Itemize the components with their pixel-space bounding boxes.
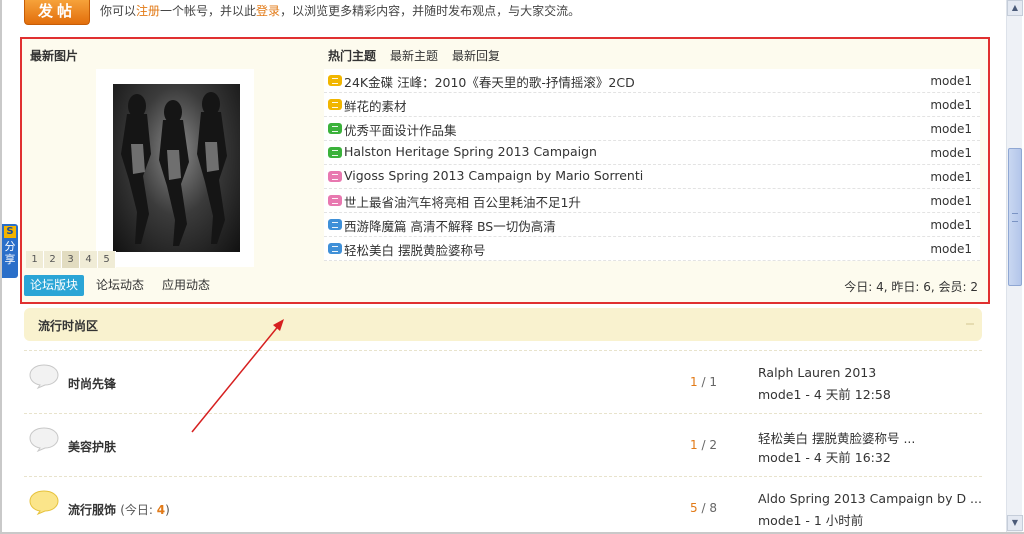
topic-icon: [328, 171, 342, 182]
topic-icon: [328, 195, 342, 206]
topic-icon: [328, 219, 342, 230]
topic-author-link[interactable]: mode1: [930, 170, 972, 184]
topic-title-link[interactable]: 世上最省油汽车将亮相 百公里耗油不足1升: [344, 192, 581, 211]
forum-name-link[interactable]: 流行服饰: [68, 503, 116, 517]
topic-tabs: 热门主题 最新主题 最新回复: [328, 47, 500, 64]
forum-name-link[interactable]: 美容护肤: [68, 440, 116, 454]
last-post-title-link[interactable]: Ralph Lauren 2013: [758, 365, 876, 380]
share-sidebar-tab[interactable]: S 分享: [2, 224, 18, 278]
section-header: 流行时尚区: [24, 308, 982, 341]
topic-row: 优秀平面设计作品集 mode1: [324, 117, 980, 141]
tab-forum-activity[interactable]: 论坛动态: [90, 275, 150, 296]
image-page-4[interactable]: 4: [80, 251, 98, 268]
login-link[interactable]: 登录: [256, 4, 280, 18]
image-page-2[interactable]: 2: [44, 251, 62, 268]
topic-title-link[interactable]: 西游降魔篇 高清不解释 BS一切伪高清: [344, 216, 556, 235]
topic-title-link[interactable]: 轻松美白 摆脱黄脸婆称号: [344, 240, 485, 259]
latest-image-frame: [96, 69, 254, 267]
topic-author-link[interactable]: mode1: [930, 122, 972, 136]
forum-counts: 1 / 1: [690, 375, 717, 389]
topic-row: 西游降魔篇 高清不解释 BS一切伪高清 mode1: [324, 213, 980, 237]
topic-icon: [328, 99, 342, 110]
tab-latest-replies[interactable]: 最新回复: [452, 47, 500, 64]
topic-icon: [328, 123, 342, 134]
topic-list: 24K金碟 汪峰：2010《春天里的歌-抒情摇滚》2CD mode1 鲜花的素材 mo…: [324, 69, 980, 261]
forum-today-count: (今日: 4): [120, 503, 170, 517]
topic-row: 鲜花的素材 mode1: [324, 93, 980, 117]
forum-bubble-icon: [29, 427, 59, 452]
last-post-meta[interactable]: mode1 - 4 天前 16:32: [758, 447, 891, 466]
last-post-title-link[interactable]: Aldo Spring 2013 Campaign by D ...: [758, 491, 982, 506]
topic-icon: [328, 147, 342, 158]
share-logo-icon: S: [4, 226, 16, 238]
section-title[interactable]: 流行时尚区: [38, 317, 98, 334]
last-post-meta[interactable]: mode1 - 1 小时前: [758, 510, 863, 529]
collapse-icon[interactable]: [966, 323, 974, 325]
topic-title-link[interactable]: 鲜花的素材: [344, 96, 407, 115]
forum-row: 美容护肤 1 / 2 轻松美白 摆脱黄脸婆称号 ... mode1 - 4 天前 16…: [24, 413, 982, 475]
forum-bubble-icon: [29, 490, 59, 515]
tab-forum-boards[interactable]: 论坛版块: [24, 275, 85, 296]
image-page-5[interactable]: 5: [98, 251, 116, 268]
topic-author-link[interactable]: mode1: [930, 98, 972, 112]
topic-row: 24K金碟 汪峰：2010《春天里的歌-抒情摇滚》2CD mode1: [324, 69, 980, 93]
topic-title-link[interactable]: 24K金碟 汪峰：2010《春天里的歌-抒情摇滚》2CD: [344, 72, 635, 91]
scroll-up-arrow-icon[interactable]: ▲: [1007, 0, 1023, 16]
image-pager: 1 2 3 4 5: [26, 251, 116, 268]
tab-latest-topics[interactable]: 最新主题: [390, 47, 438, 64]
topic-row: Halston Heritage Spring 2013 Campaign mod…: [324, 141, 980, 165]
forum-row: 时尚先锋 1 / 1 Ralph Lauren 2013 mode1 - 4 天前 1…: [24, 350, 982, 412]
image-page-1[interactable]: 1: [26, 251, 44, 268]
scroll-down-arrow-icon[interactable]: ▼: [1007, 515, 1023, 531]
topic-author-link[interactable]: mode1: [930, 218, 972, 232]
fashion-models-image: [121, 92, 227, 246]
scroll-thumb[interactable]: [1008, 148, 1022, 286]
topic-row: 轻松美白 摆脱黄脸婆称号 mode1: [324, 237, 980, 261]
image-page-3[interactable]: 3: [62, 251, 80, 268]
topic-author-link[interactable]: mode1: [930, 242, 972, 256]
topic-author-link[interactable]: mode1: [930, 194, 972, 208]
forum-row: 流行服饰 (今日: 4) 5 / 8 Aldo Spring 2013 Campai…: [24, 476, 982, 534]
tab-hot-topics[interactable]: 热门主题: [328, 47, 376, 64]
forum-counts: 1 / 2: [690, 438, 717, 452]
register-link[interactable]: 注册: [136, 4, 160, 18]
forum-bubble-icon: [29, 364, 59, 389]
last-post-title-link[interactable]: 轻松美白 摆脱黄脸婆称号 ...: [758, 428, 915, 447]
topic-author-link[interactable]: mode1: [930, 74, 972, 88]
vertical-scrollbar[interactable]: ▲ ▼: [1006, 0, 1023, 532]
new-post-button[interactable]: 发帖: [24, 0, 90, 25]
latest-image-photo[interactable]: [113, 84, 240, 252]
forum-name-link[interactable]: 时尚先锋: [68, 377, 116, 391]
topic-author-link[interactable]: mode1: [930, 146, 972, 160]
share-label: 分享: [4, 240, 16, 266]
forum-stats: 今日: 4, 昨日: 6, 会员: 2: [844, 280, 978, 294]
welcome-message: 你可以注册一个帐号，并以此登录，以浏览更多精彩内容，并随时发布观点，与大家交流。: [100, 4, 581, 18]
topic-icon: [328, 243, 342, 254]
topic-row: Vigoss Spring 2013 Campaign by Mario Sor…: [324, 165, 980, 189]
forum-overview-panel: 最新图片 1 2 3 4 5 热门主题 最新主题 最新回复 24K金碟 汪峰：2…: [20, 37, 990, 304]
forum-counts: 5 / 8: [690, 501, 717, 515]
hot-topic-icon: [328, 75, 342, 86]
topic-title-link[interactable]: Vigoss Spring 2013 Campaign by Mario Sor…: [344, 168, 643, 183]
topic-row: 世上最省油汽车将亮相 百公里耗油不足1升 mode1: [324, 189, 980, 213]
last-post-meta[interactable]: mode1 - 4 天前 12:58: [758, 384, 891, 403]
tab-app-activity[interactable]: 应用动态: [156, 275, 216, 296]
forum-view-tabs: 论坛版块 论坛动态 应用动态: [24, 275, 222, 296]
topic-title-link[interactable]: 优秀平面设计作品集: [344, 120, 457, 139]
topic-title-link[interactable]: Halston Heritage Spring 2013 Campaign: [344, 144, 597, 159]
latest-images-title: 最新图片: [30, 49, 79, 63]
